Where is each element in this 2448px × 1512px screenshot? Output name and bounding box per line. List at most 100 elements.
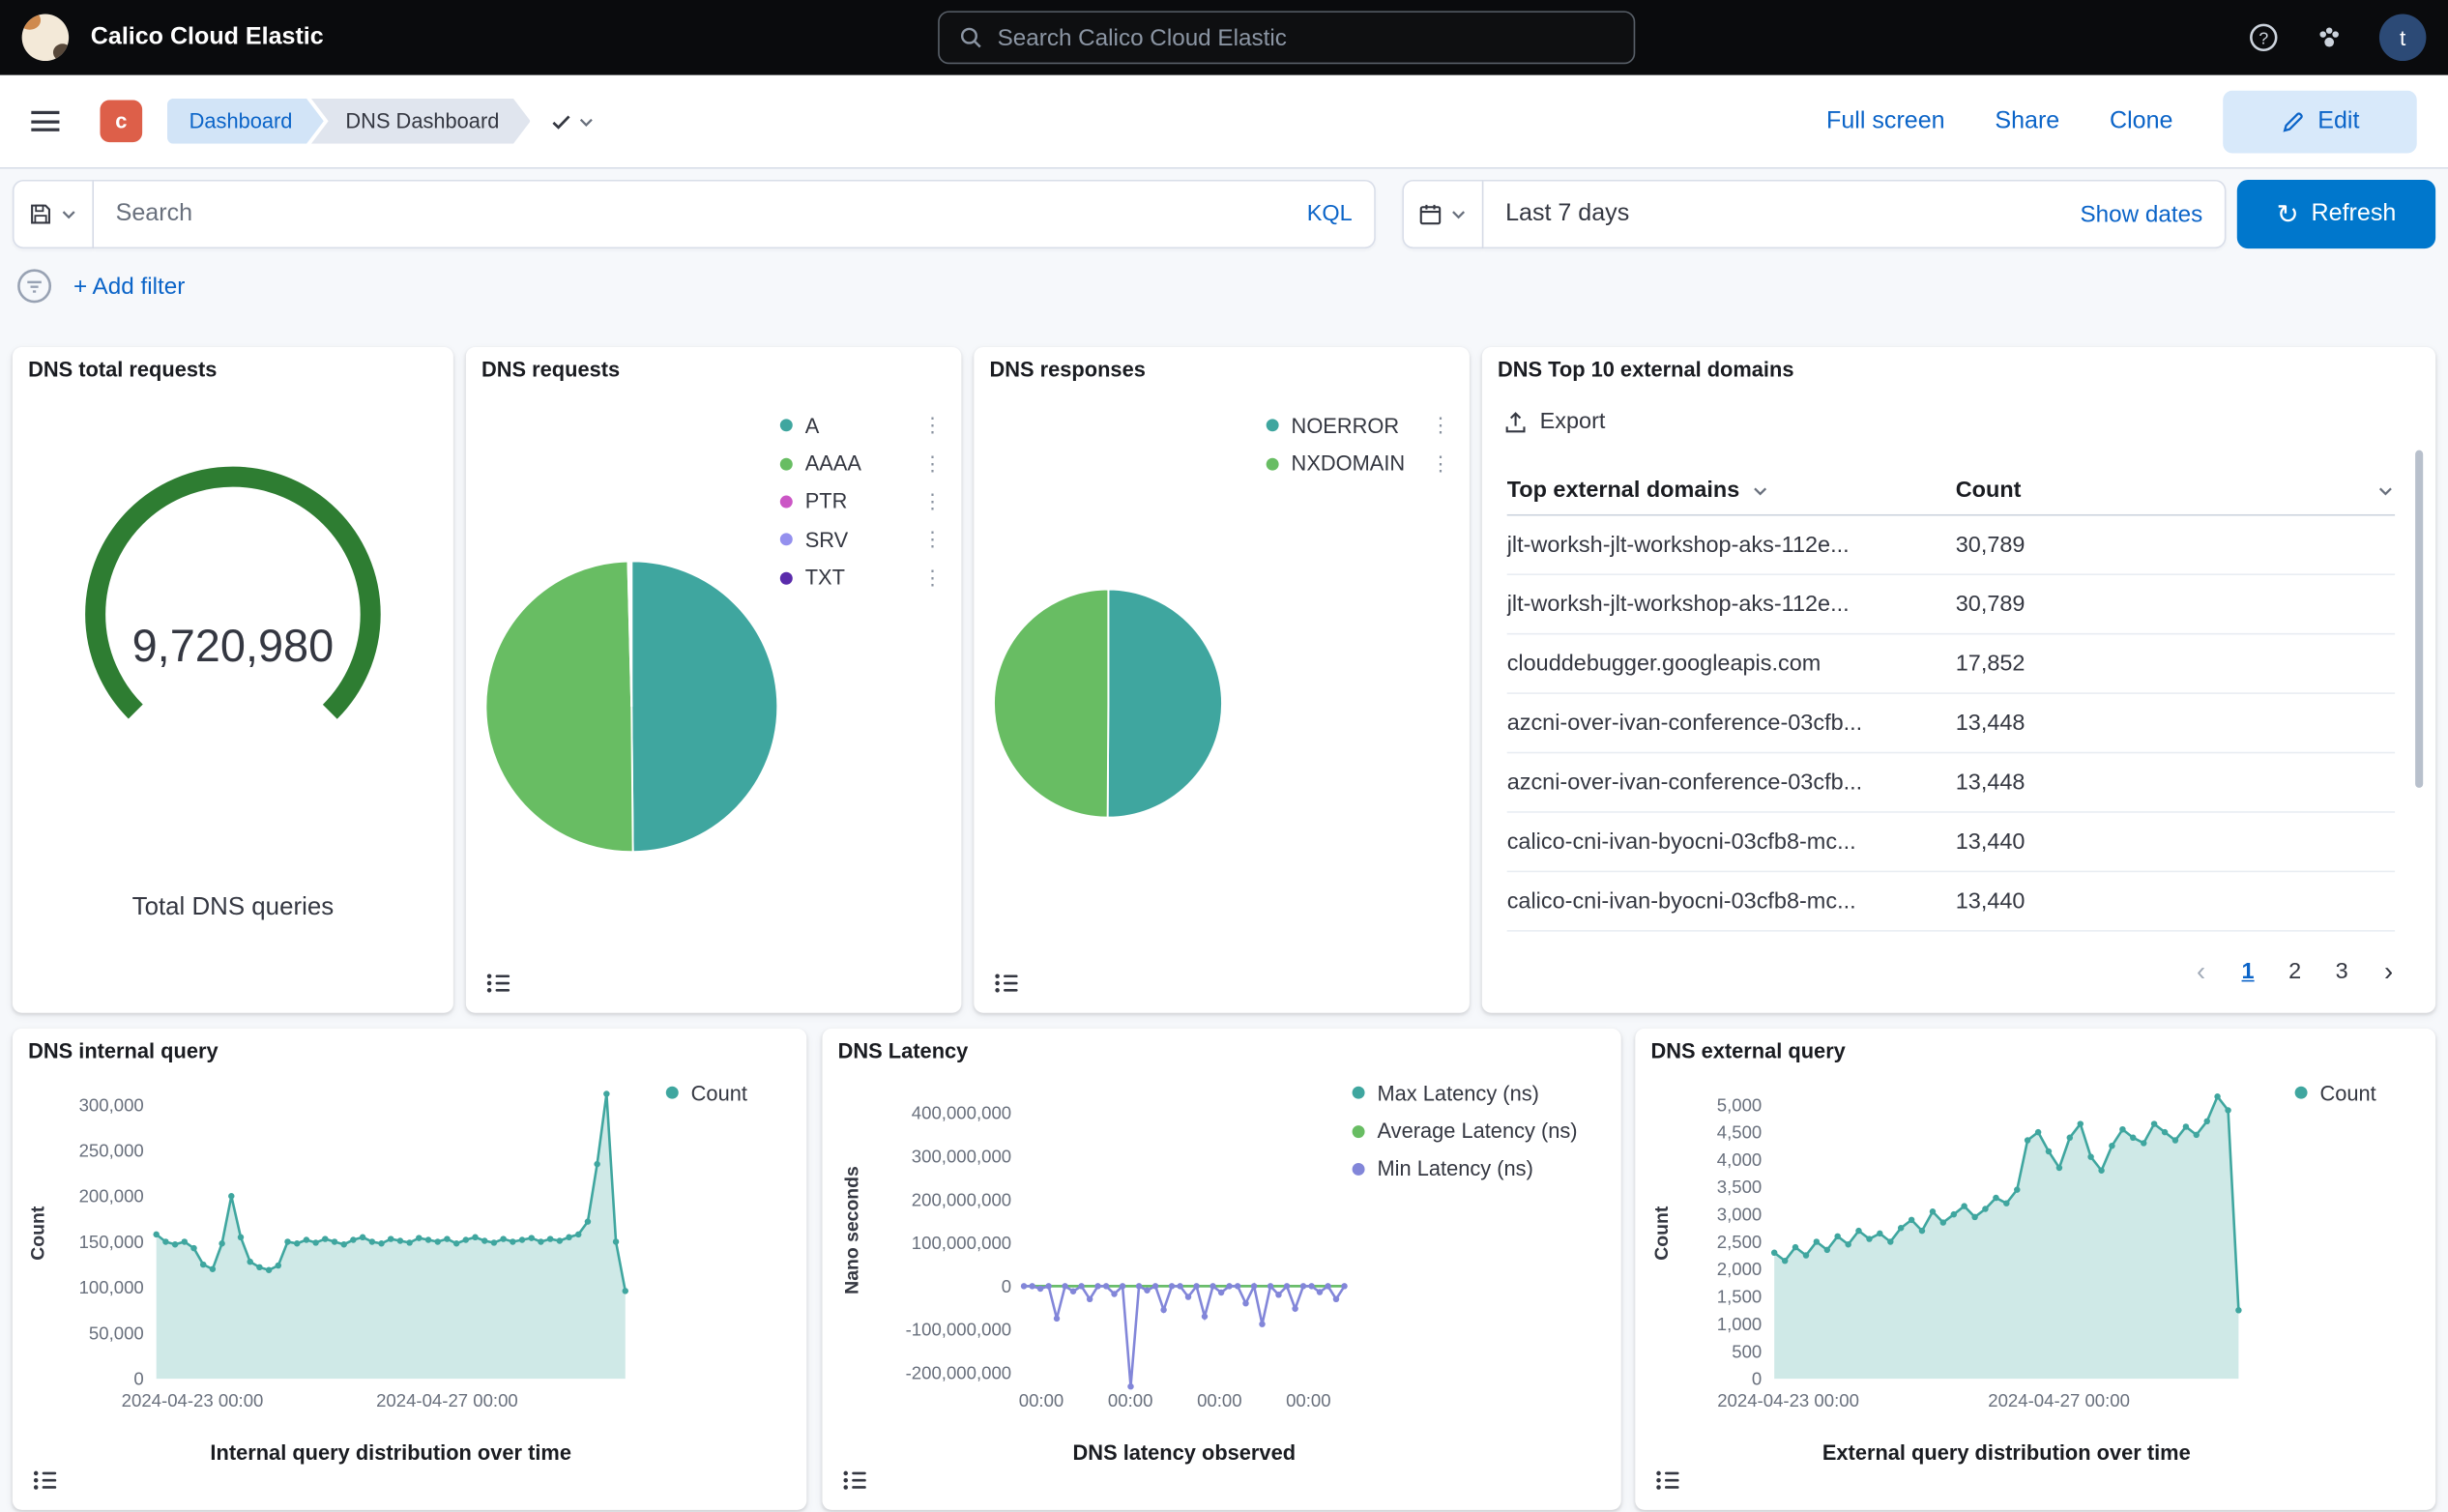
- share-button[interactable]: Share: [1995, 107, 2059, 135]
- kql-search-input[interactable]: [116, 200, 1295, 228]
- list-icon: [486, 973, 511, 995]
- chevron-down-icon: [59, 205, 77, 223]
- chevron-down-icon: [577, 112, 596, 131]
- legend-item[interactable]: SRV⋮: [780, 521, 943, 559]
- query-bar: KQL Last 7 days Show dates ↻ Refresh: [13, 180, 2435, 248]
- legend-dot: [666, 1087, 679, 1099]
- refresh-button[interactable]: ↻ Refresh: [2237, 180, 2435, 248]
- svg-text:00:00: 00:00: [1108, 1390, 1153, 1410]
- legend-item[interactable]: NOERROR⋮: [1267, 406, 1451, 444]
- time-range-field[interactable]: Last 7 days Show dates: [1483, 180, 2226, 248]
- filter-icon[interactable]: [15, 267, 53, 305]
- legend-item[interactable]: Max Latency (ns): [1353, 1074, 1606, 1112]
- column-header-domain[interactable]: Top external domains: [1507, 478, 1956, 503]
- kql-badge[interactable]: KQL: [1307, 202, 1353, 227]
- show-dates-button[interactable]: Show dates: [2080, 201, 2202, 227]
- legend-item[interactable]: PTR ⋮: [780, 482, 943, 520]
- svg-text:-100,000,000: -100,000,000: [906, 1320, 1012, 1340]
- legend-toggle-button[interactable]: [834, 1460, 875, 1500]
- legend-menu-icon[interactable]: ⋮: [1414, 413, 1450, 438]
- breadcrumb-dns-dashboard[interactable]: DNS Dashboard: [311, 99, 531, 144]
- legend-item[interactable]: Average Latency (ns): [1353, 1112, 1606, 1149]
- legend-dot: [1353, 1087, 1365, 1099]
- panel-top-external-domains: DNS Top 10 external domains Export Top e…: [1482, 347, 2435, 1013]
- svg-text:-200,000,000: -200,000,000: [906, 1362, 1012, 1382]
- global-search-input[interactable]: [998, 24, 1616, 50]
- pie-chart[interactable]: [991, 586, 1226, 821]
- clone-button[interactable]: Clone: [2110, 107, 2172, 135]
- svg-text:500: 500: [1732, 1341, 1762, 1361]
- domain-cell: azcni-over-ivan-conference-03cfb...: [1507, 711, 1956, 736]
- legend-item[interactable]: Min Latency (ns): [1353, 1150, 1606, 1188]
- legend-dot: [780, 534, 793, 546]
- gauge-chart: [76, 458, 389, 771]
- count-cell: 30,789: [1956, 533, 2395, 558]
- paw-icon[interactable]: [2314, 22, 2345, 53]
- legend-item[interactable]: TXT⋮: [780, 559, 943, 596]
- legend-label: Average Latency (ns): [1377, 1119, 1577, 1143]
- brand-title: Calico Cloud Elastic: [91, 23, 324, 51]
- legend-item[interactable]: NXDOMAIN⋮: [1267, 445, 1451, 482]
- area-chart: 300,000250,000200,000150,000100,00050,00…: [13, 1066, 806, 1441]
- legend-dot: [780, 457, 793, 470]
- table-row: calico-cni-ivan-byocni-03cfb8-mc...13,44…: [1507, 872, 2395, 931]
- nav-actions: Full screen Share Clone Edit: [1826, 90, 2417, 153]
- menu-icon[interactable]: [31, 111, 59, 131]
- time-range-value[interactable]: Last 7 days: [1505, 200, 1629, 228]
- legend-item[interactable]: Count: [666, 1074, 788, 1112]
- legend-toggle-button[interactable]: [479, 963, 519, 1003]
- calico-logo-icon: [22, 15, 70, 62]
- pie-chart[interactable]: [483, 558, 780, 855]
- page-button[interactable]: 1: [2226, 950, 2269, 994]
- breadcrumb-dashboard[interactable]: Dashboard: [167, 99, 324, 144]
- list-icon: [33, 1469, 58, 1492]
- help-icon[interactable]: ?: [2248, 22, 2279, 53]
- legend-menu-icon[interactable]: ⋮: [907, 527, 943, 552]
- svg-text:1,000: 1,000: [1717, 1314, 1763, 1334]
- full-screen-button[interactable]: Full screen: [1826, 107, 1945, 135]
- gauge-value: 9,720,980: [13, 623, 453, 674]
- page-button[interactable]: 3: [2319, 950, 2363, 994]
- page-button[interactable]: 2: [2273, 950, 2317, 994]
- next-page-button[interactable]: ›: [2367, 950, 2410, 994]
- previous-page-button[interactable]: ‹: [2179, 950, 2223, 994]
- export-button[interactable]: Export: [1503, 410, 1605, 435]
- legend-toggle-button[interactable]: [1647, 1460, 1688, 1500]
- legend: Count: [2295, 1074, 2417, 1112]
- svg-text:3,500: 3,500: [1717, 1177, 1763, 1197]
- legend-menu-icon[interactable]: ⋮: [1414, 451, 1450, 477]
- date-quick-menu-button[interactable]: [1402, 180, 1483, 248]
- column-header-count[interactable]: Count: [1956, 478, 2395, 503]
- svg-text:2024-04-23 00:00: 2024-04-23 00:00: [122, 1390, 264, 1410]
- legend-menu-icon[interactable]: ⋮: [907, 413, 943, 438]
- global-search[interactable]: [938, 11, 1635, 64]
- user-avatar[interactable]: t: [2379, 15, 2427, 62]
- space-badge[interactable]: c: [100, 100, 142, 142]
- saved-query-menu-button[interactable]: [13, 180, 94, 248]
- add-filter-button[interactable]: + Add filter: [73, 273, 185, 299]
- legend: Max Latency (ns) Average Latency (ns) Min …: [1353, 1074, 1606, 1188]
- kql-search-box[interactable]: KQL: [94, 180, 1376, 248]
- count-cell: 13,448: [1956, 711, 2395, 736]
- legend-toggle-button[interactable]: [25, 1460, 66, 1500]
- legend-menu-icon[interactable]: ⋮: [907, 566, 943, 591]
- legend-toggle-button[interactable]: [986, 963, 1027, 1003]
- legend-label: Count: [2319, 1081, 2375, 1104]
- saved-status-button[interactable]: [549, 108, 597, 133]
- legend-label: PTR: [805, 490, 848, 513]
- topbar-icons: ? t: [2248, 15, 2426, 62]
- legend-item[interactable]: Count: [2295, 1074, 2417, 1112]
- panel-title: DNS Latency: [838, 1039, 969, 1062]
- legend-menu-icon[interactable]: ⋮: [907, 451, 943, 477]
- panel-dns-requests: DNS requests A⋮AAAA⋮PTR⋮SRV⋮TXT⋮: [466, 347, 962, 1013]
- breadcrumb: Dashboard DNS Dashboard: [167, 99, 597, 144]
- legend-item[interactable]: AAAA⋮: [780, 445, 943, 482]
- gauge-arc: [76, 458, 389, 771]
- edit-button[interactable]: Edit: [2223, 90, 2416, 153]
- svg-text:50,000: 50,000: [89, 1323, 144, 1343]
- legend-item[interactable]: A⋮: [780, 406, 943, 444]
- legend-menu-icon[interactable]: ⋮: [907, 489, 943, 514]
- table-header-row: Top external domains Count: [1507, 466, 2395, 516]
- save-icon: [28, 202, 53, 227]
- table-scrollbar[interactable]: [2415, 451, 2423, 788]
